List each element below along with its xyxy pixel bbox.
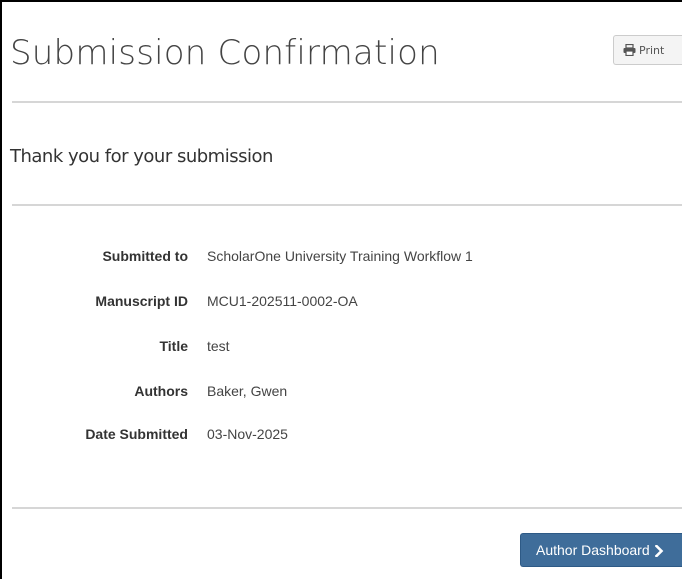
detail-label: Submitted to xyxy=(102,248,188,264)
page-title: Submission Confirmation xyxy=(10,33,440,73)
detail-label: Title xyxy=(159,338,188,354)
divider xyxy=(12,507,682,509)
detail-row-manuscript-id: Manuscript ID MCU1-202511-0002-OA xyxy=(0,291,682,311)
detail-label: Date Submitted xyxy=(85,426,188,442)
detail-value: Baker, Gwen xyxy=(207,383,288,399)
detail-row-date-submitted: Date Submitted 03-Nov-2025 xyxy=(0,424,682,444)
divider xyxy=(12,204,682,206)
print-button[interactable]: Print xyxy=(613,35,682,65)
chevron-right-icon xyxy=(654,544,664,558)
divider xyxy=(12,101,682,103)
author-dashboard-button[interactable]: Author Dashboard xyxy=(520,533,682,567)
detail-value: 03-Nov-2025 xyxy=(207,426,288,442)
detail-row-submitted-to: Submitted to ScholarOne University Train… xyxy=(0,246,682,266)
detail-value: ScholarOne University Training Workflow … xyxy=(207,248,473,264)
detail-label: Authors xyxy=(134,383,188,399)
page-frame xyxy=(0,0,682,579)
detail-value: MCU1-202511-0002-OA xyxy=(207,293,358,309)
detail-row-authors: Authors Baker, Gwen xyxy=(0,381,682,401)
print-label: Print xyxy=(639,43,665,57)
detail-label: Manuscript ID xyxy=(95,293,188,309)
printer-icon xyxy=(623,43,636,57)
detail-value: test xyxy=(207,338,230,354)
author-dashboard-label: Author Dashboard xyxy=(536,542,650,558)
confirmation-subtitle: Thank you for your submission xyxy=(10,146,273,167)
detail-row-title: Title test xyxy=(0,336,682,356)
